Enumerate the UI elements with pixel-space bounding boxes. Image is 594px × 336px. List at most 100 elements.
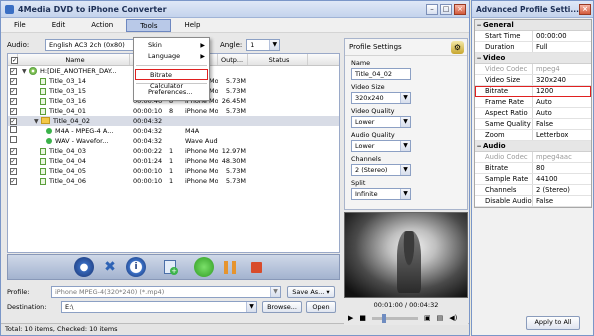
property-value[interactable]: 00:00:00	[533, 31, 567, 41]
pause-icon[interactable]	[220, 257, 240, 277]
row-check[interactable]: ✓	[8, 166, 18, 176]
row-checkbox[interactable]: ✓	[9, 78, 17, 85]
property-row[interactable]: Zoom Letterbox	[475, 130, 591, 141]
tree-expand-icon[interactable]: ▼	[34, 117, 41, 127]
row-check[interactable]: ✓	[8, 76, 18, 86]
row-check[interactable]: ✓	[8, 106, 18, 116]
table-row[interactable]: WAV - Wavefor... 00:04:32 Wave Audio	[8, 136, 339, 146]
field-select[interactable]: Lower ▼	[351, 116, 411, 128]
info-icon[interactable]: i	[126, 257, 146, 277]
row-check[interactable]: ✓	[8, 86, 18, 96]
row-checkbox[interactable]: ✓	[9, 158, 17, 165]
property-value[interactable]: Auto	[533, 108, 552, 118]
menu-action[interactable]: Action	[78, 19, 126, 32]
property-value[interactable]: 2 (Stereo)	[533, 185, 570, 195]
row-checkbox[interactable]	[9, 126, 17, 133]
profile-select[interactable]: iPhone MPEG-4(320*240) (*.mp4) ▼	[51, 285, 281, 298]
open-button[interactable]: Open	[306, 300, 336, 313]
collapse-icon[interactable]: −	[475, 143, 483, 150]
property-value[interactable]: False	[533, 119, 553, 129]
property-value[interactable]: Full	[533, 42, 548, 52]
header-output[interactable]: Outp...	[218, 54, 248, 65]
menu-item-preferences[interactable]: Preferences...	[134, 87, 209, 98]
menu-tools[interactable]: Tools	[126, 18, 172, 32]
collapse-icon[interactable]: −	[475, 55, 483, 62]
close-button[interactable]: ×	[454, 3, 466, 15]
property-value[interactable]: 44100	[533, 174, 558, 184]
menu-file[interactable]: File	[1, 19, 39, 32]
apply-to-all-button[interactable]: Apply to All	[526, 316, 580, 330]
name-input[interactable]: Title_04_02	[351, 68, 411, 80]
stop-icon[interactable]	[246, 257, 266, 277]
row-checkbox[interactable]: ✓	[9, 118, 17, 125]
row-checkbox[interactable]: ✓	[9, 148, 17, 155]
field-select[interactable]: Infinite ▼	[351, 188, 411, 200]
property-value[interactable]: 320x240	[533, 75, 566, 85]
disc-icon[interactable]: ●	[74, 257, 94, 277]
angle-select[interactable]: 1 ▼	[246, 39, 281, 51]
minimize-button[interactable]: –	[426, 3, 438, 15]
table-row[interactable]: ✓ ▼ Title_04_02 00:04:32	[8, 116, 339, 126]
collapse-icon[interactable]: −	[475, 22, 483, 29]
advanced-panel-title-bar[interactable]: Advanced Profile Setti... ×	[472, 1, 593, 18]
menu-item-skin[interactable]: Skin ▶	[134, 40, 209, 51]
playback-timeline[interactable]: 00:01:00 / 00:04:32	[344, 299, 468, 310]
field-select[interactable]: Lower ▼	[351, 140, 411, 152]
section-video[interactable]: − Video	[475, 53, 591, 64]
table-row[interactable]: ✓ Title_04_04 00:01:24 1 iPhone Mo...48.30M	[8, 156, 339, 166]
seek-slider[interactable]	[372, 313, 419, 323]
property-row[interactable]: Video Size 320x240	[475, 75, 591, 86]
table-row[interactable]: ✓ Title_04_05 00:00:10 1 iPhone Mo... 5.73M	[8, 166, 339, 176]
tree-expand-icon[interactable]: ▼	[22, 67, 29, 77]
property-row[interactable]: Duration Full	[475, 42, 591, 53]
property-value[interactable]: Letterbox	[533, 130, 568, 140]
field-select[interactable]: 320x240 ▼	[351, 92, 411, 104]
menu-edit[interactable]: Edit	[39, 19, 79, 32]
stop-play-icon[interactable]: ■	[359, 314, 366, 322]
volume-icon[interactable]: ◀)	[449, 314, 457, 322]
row-checkbox[interactable]: ✓	[9, 178, 17, 185]
remove-icon[interactable]: ✖	[100, 257, 120, 277]
seek-handle[interactable]	[382, 313, 387, 323]
row-check[interactable]: ✓	[8, 146, 18, 156]
row-check[interactable]: ✓	[8, 66, 18, 76]
row-checkbox[interactable]: ✓	[9, 98, 17, 105]
destination-input[interactable]: E:\ ▼	[61, 300, 257, 313]
folder-icon[interactable]: ▤	[437, 314, 444, 322]
snapshot-icon[interactable]: ▣	[424, 314, 431, 322]
property-value[interactable]: False	[533, 196, 553, 206]
row-checkbox[interactable]: ✓	[9, 68, 17, 75]
property-value[interactable]: Auto	[533, 97, 552, 107]
start-convert-icon[interactable]	[194, 257, 214, 277]
title-bar[interactable]: 4Media DVD to iPhone Converter – □ ×	[1, 1, 469, 18]
field-select[interactable]: 2 (Stereo) ▼	[351, 164, 411, 176]
property-value[interactable]: 1200	[533, 86, 553, 96]
property-row[interactable]: Channels 2 (Stereo)	[475, 185, 591, 196]
menu-help[interactable]: Help	[171, 19, 213, 32]
row-checkbox[interactable]: ✓	[9, 108, 17, 115]
add-profile-icon[interactable]: +	[160, 257, 180, 277]
property-row[interactable]: Bitrate 1200	[475, 86, 591, 97]
row-checkbox[interactable]: ✓	[9, 88, 17, 95]
advanced-settings-icon[interactable]: ⚙	[451, 40, 464, 54]
row-check[interactable]	[8, 136, 18, 146]
property-row[interactable]: Disable Audio False	[475, 196, 591, 207]
header-checkbox[interactable]: ✓	[11, 57, 18, 64]
row-check[interactable]: ✓	[8, 156, 18, 166]
play-icon[interactable]: ▶	[348, 314, 353, 322]
section-audio[interactable]: − Audio	[475, 141, 591, 152]
property-row[interactable]: Start Time 00:00:00	[475, 31, 591, 42]
row-check[interactable]	[8, 126, 18, 136]
property-value[interactable]: 80	[533, 163, 545, 173]
table-row[interactable]: M4A - MPEG-4 A... 00:04:32 M4A	[8, 126, 339, 136]
table-row[interactable]: ✓ Title_04_06 00:00:10 1 iPhone Mo... 5.73M	[8, 176, 339, 186]
section-general[interactable]: − General	[475, 20, 591, 31]
property-row[interactable]: Aspect Ratio Auto	[475, 108, 591, 119]
menu-item-bitrate-calculator[interactable]: Bitrate Calculator	[135, 69, 208, 90]
row-check[interactable]: ✓	[8, 116, 18, 126]
maximize-button[interactable]: □	[440, 3, 452, 15]
browse-button[interactable]: Browse...	[262, 300, 302, 313]
row-checkbox[interactable]: ✓	[9, 168, 17, 175]
property-row[interactable]: Bitrate 80	[475, 163, 591, 174]
property-row[interactable]: Sample Rate 44100	[475, 174, 591, 185]
